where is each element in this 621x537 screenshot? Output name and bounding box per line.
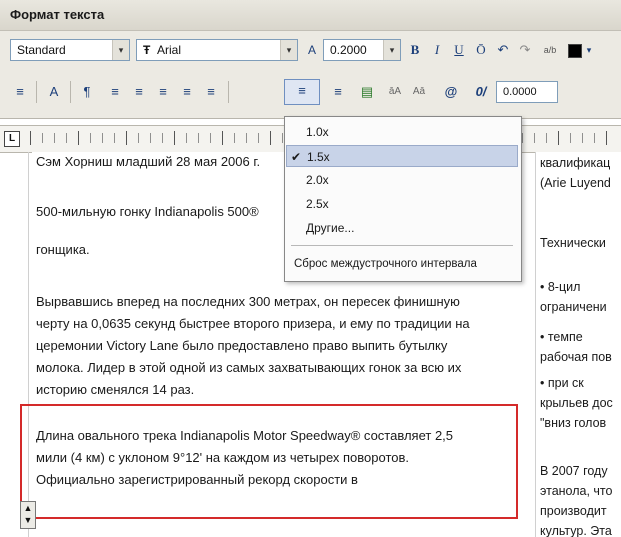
- text-line: гонщика.: [36, 242, 90, 257]
- text-line: крыльев дос: [540, 396, 613, 410]
- line-spacing-menu: 1.0x ✔ 1.5x 2.0x 2.5x Другие... Сброс ме…: [284, 116, 522, 282]
- separator: [36, 81, 37, 103]
- text-format-panel: Формат текста Standard ▾ Ŧ Arial ▾ A 0.2…: [0, 0, 621, 119]
- text-line: "вниз голов: [540, 416, 607, 430]
- text-height-icon: A: [307, 43, 316, 57]
- style-combo[interactable]: Standard ▾: [10, 39, 130, 61]
- text-line: (Arie Luyend: [540, 176, 611, 190]
- highlight-frame: [20, 404, 518, 519]
- menu-item-label: Сброс междустрочного интервала: [294, 258, 477, 270]
- menu-item-spacing-2-5[interactable]: 2.5x: [286, 193, 518, 215]
- text-line: Технически: [540, 236, 606, 250]
- text-line: культур. Эта: [540, 524, 612, 537]
- separator: [70, 81, 71, 103]
- menu-item-other[interactable]: Другие...: [286, 217, 518, 239]
- font-combo[interactable]: Ŧ Arial ▾: [136, 39, 298, 61]
- resize-handle[interactable]: ▲ ▼: [20, 501, 36, 529]
- overline-button[interactable]: Ō: [471, 39, 491, 61]
- text-line: В 2007 году: [540, 464, 608, 478]
- text-line: • при ск: [540, 376, 584, 390]
- bold-button[interactable]: B: [405, 39, 425, 61]
- menu-item-label: 2.0x: [306, 173, 329, 187]
- chevron-down-icon[interactable]: ▾: [112, 40, 129, 60]
- underline-button[interactable]: U: [449, 39, 469, 61]
- text-line: Сэм Хорниш младший 28 мая 2006 г.: [36, 154, 261, 169]
- menu-item-spacing-1-5[interactable]: ✔ 1.5x: [286, 145, 518, 167]
- text-line: историю сменялся 14 раз.: [36, 382, 195, 397]
- chevron-down-icon[interactable]: ▾: [383, 40, 400, 60]
- undo-button[interactable]: ↶: [493, 39, 513, 61]
- text-line: квалификац: [540, 156, 611, 170]
- menu-item-spacing-1-0[interactable]: 1.0x: [286, 121, 518, 143]
- chevron-down-icon[interactable]: ▾: [582, 39, 596, 61]
- text-line: этанола, что: [540, 484, 613, 498]
- uppercase-icon[interactable]: āA: [384, 81, 406, 103]
- stack-button[interactable]: a/b: [537, 39, 563, 61]
- color-swatch[interactable]: [568, 44, 582, 58]
- text-line: 500-мильную гонку Indianapolis 500®: [36, 204, 259, 219]
- text-line: • 8-цил: [540, 280, 581, 294]
- symbol-icon[interactable]: @: [440, 81, 462, 103]
- oblique-angle-input[interactable]: 0.0000: [496, 81, 558, 103]
- text-line: черту на 0,0635 секунд быстрее второго п…: [36, 316, 470, 331]
- text-line: молока. Лидер в этой одной из самых захв…: [36, 360, 462, 375]
- oblique-angle-value: 0.0000: [503, 86, 537, 98]
- text-line: Вырвавшись вперед на последних 300 метра…: [36, 294, 460, 309]
- text-line: церемонии Victory Lane было предоставлен…: [36, 338, 448, 353]
- align-center-icon[interactable]: ≡: [128, 81, 150, 103]
- tab-type-button[interactable]: L: [4, 131, 20, 147]
- paragraph-icon[interactable]: ¶: [76, 81, 98, 103]
- menu-item-label: 1.0x: [306, 125, 329, 139]
- mtext-justify-icon[interactable]: A: [42, 81, 66, 103]
- columns-icon[interactable]: ≡: [8, 81, 32, 103]
- text-height-combo[interactable]: 0.2000 ▾: [323, 39, 401, 61]
- line-spacing-button[interactable]: ≡: [284, 79, 320, 105]
- text-line: производит: [540, 504, 607, 518]
- redo-button[interactable]: ↷: [515, 39, 535, 61]
- lowercase-icon[interactable]: Aā: [408, 81, 430, 103]
- style-value: Standard: [17, 43, 66, 57]
- justify-icon[interactable]: ≡: [176, 81, 198, 103]
- text-line: ограничени: [540, 300, 607, 314]
- numbering-icon[interactable]: ≡: [326, 81, 350, 103]
- menu-item-reset-spacing[interactable]: Сброс междустрочного интервала: [286, 253, 518, 275]
- panel-title: Формат текста: [10, 7, 105, 22]
- menu-separator: [291, 245, 513, 246]
- align-left-icon[interactable]: ≡: [104, 81, 126, 103]
- menu-item-label: 1.5x: [307, 150, 330, 164]
- distribute-icon[interactable]: ≡: [200, 81, 222, 103]
- menu-item-spacing-2-0[interactable]: 2.0x: [286, 169, 518, 191]
- text-height-value: 0.2000: [330, 43, 367, 57]
- menu-item-label: Другие...: [306, 221, 355, 235]
- check-icon: ✔: [291, 150, 302, 164]
- chevron-down-icon[interactable]: ▾: [280, 40, 297, 60]
- font-type-icon: Ŧ: [143, 43, 151, 57]
- right-text-column[interactable]: квалификац (Arie Luyend Технически • 8-ц…: [535, 152, 621, 537]
- text-line: • темпе: [540, 330, 583, 344]
- italic-button[interactable]: I: [427, 39, 447, 61]
- text-line: рабочая пов: [540, 350, 612, 364]
- toolbar-row-1: Standard ▾ Ŧ Arial ▾ A 0.2000 ▾ B I U Ō …: [0, 34, 621, 66]
- align-right-icon[interactable]: ≡: [152, 81, 174, 103]
- separator: [228, 81, 229, 103]
- title-bar: Формат текста: [0, 0, 621, 31]
- font-value: Arial: [157, 43, 182, 57]
- menu-item-label: 2.5x: [306, 197, 329, 211]
- insert-field-icon[interactable]: ▤: [356, 81, 378, 103]
- oblique-icon: 0/: [475, 84, 487, 99]
- toolbar-row-2: ≡ A ¶ ≡ ≡ ≡ ≡ ≡ ≡ ≡ ▤ āA Aā @ 0/ 0.0000: [0, 76, 621, 108]
